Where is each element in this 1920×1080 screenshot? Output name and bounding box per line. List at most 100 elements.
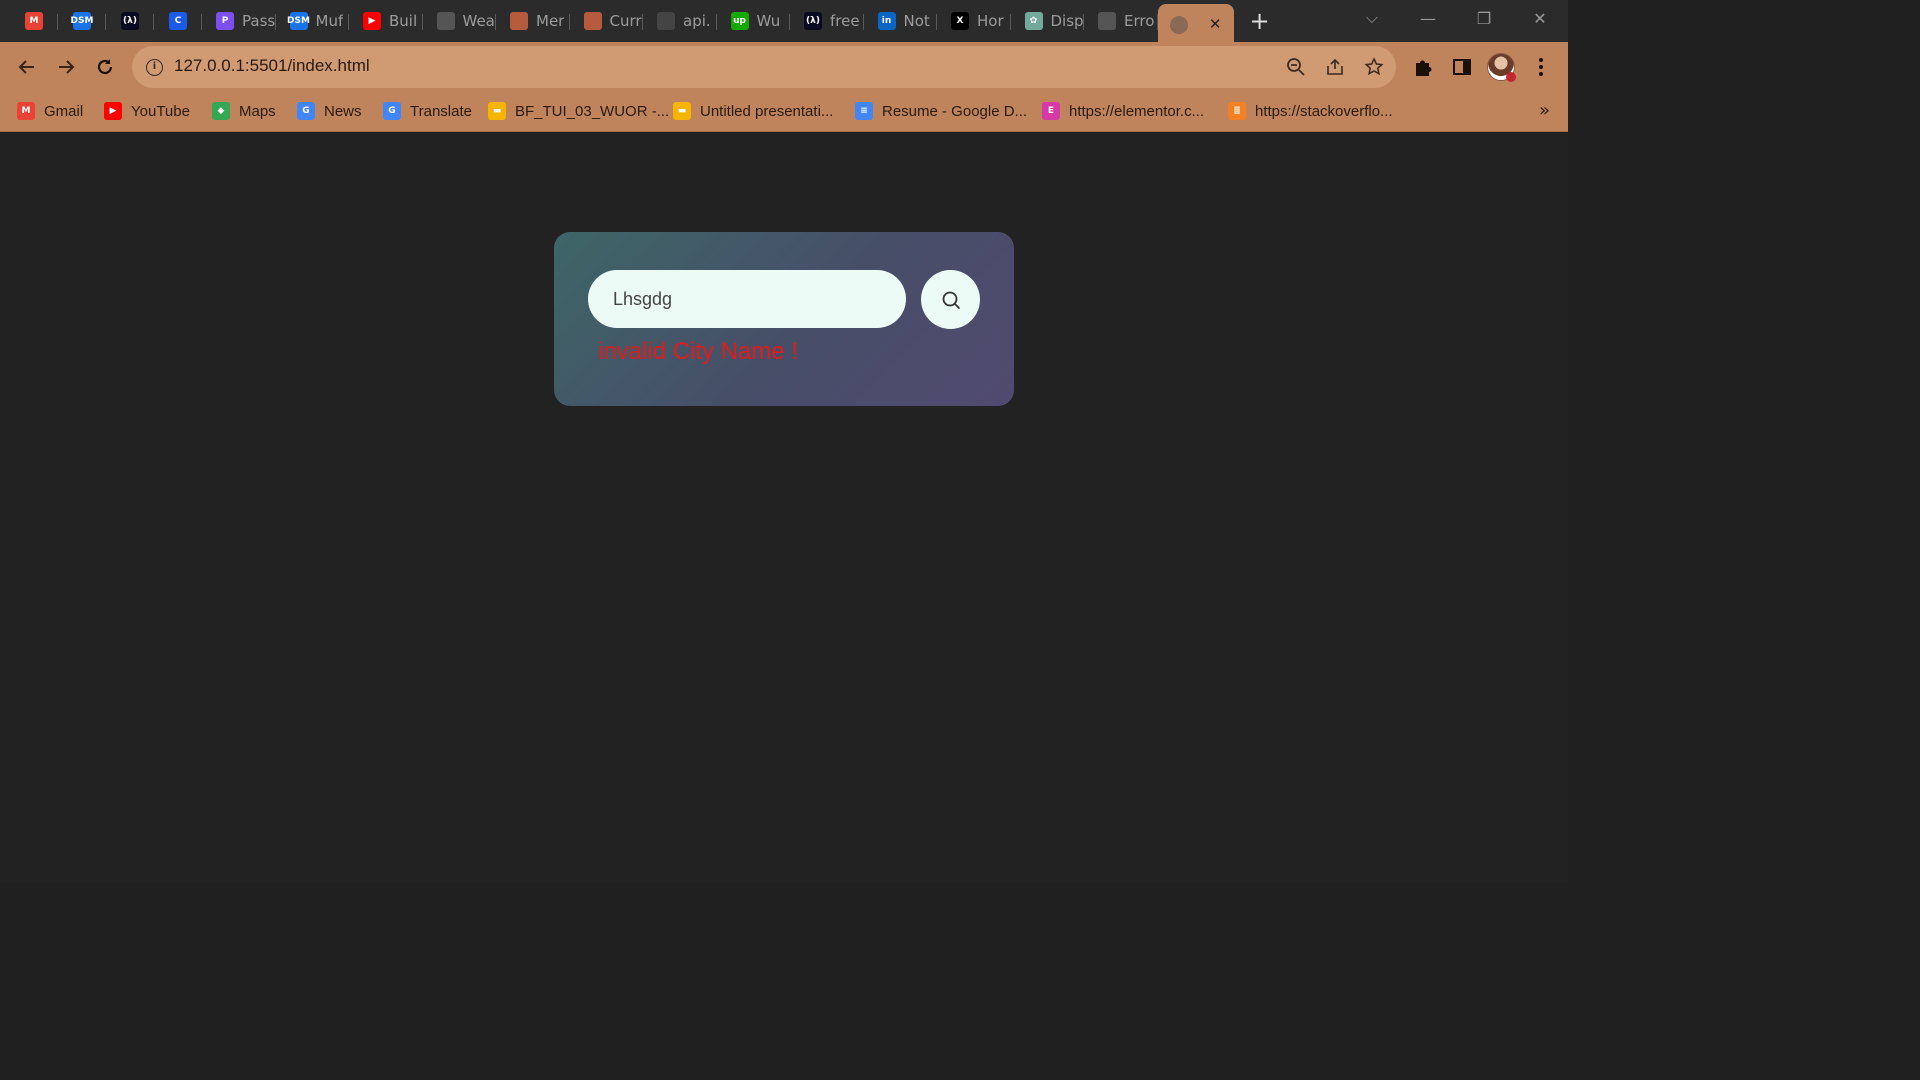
browser-toolbar: i 127.0.0.1:5501/index.html: [0, 42, 1568, 92]
bookmark-star-icon[interactable]: [1364, 57, 1384, 77]
city-search-input[interactable]: [588, 270, 906, 328]
browser-tab[interactable]: M: [10, 4, 58, 38]
bookmark-label: YouTube: [131, 102, 190, 120]
browser-tab[interactable]: X Hor: [937, 4, 1011, 38]
reload-button[interactable]: [91, 53, 119, 81]
maps-icon: ◆: [212, 102, 230, 120]
globe-icon: [1098, 12, 1116, 30]
youtube-icon: ▶: [104, 102, 122, 120]
bookmark-item[interactable]: ▬ Untitled presentati...: [673, 100, 833, 122]
restore-button[interactable]: ❐: [1456, 0, 1512, 36]
browser-tab[interactable]: DSM: [58, 4, 106, 38]
tab-title: Not: [903, 12, 930, 30]
browser-tab[interactable]: Curr: [570, 4, 644, 38]
active-tab[interactable]: ✕: [1157, 4, 1234, 46]
browser-tab[interactable]: up Wu: [717, 4, 791, 38]
side-panel-icon[interactable]: [1449, 54, 1475, 80]
linkedin-icon: in: [877, 12, 896, 30]
tab-list: M DSM (λ) C P Pass DSM Muf ▶ Buil Wea Mer Curr api. up…: [10, 0, 1278, 46]
tab-title: Curr: [609, 12, 642, 30]
tab-title: Wu: [756, 12, 781, 30]
c-app-icon: C: [169, 12, 187, 30]
extensions-puzzle-icon[interactable]: [1410, 54, 1436, 80]
gmail-icon: M: [25, 12, 43, 30]
bookmarks-bar: » M Gmail ▶ YouTube ◆ Maps G News G Translate ▬ BF_…: [0, 92, 1568, 132]
bookmark-label: Resume - Google D...: [882, 102, 1028, 120]
slides-icon: ▬: [673, 102, 691, 120]
dsm-icon: DSM: [71, 12, 93, 30]
search-button[interactable]: [921, 270, 980, 329]
close-tab-icon[interactable]: ✕: [1209, 15, 1222, 33]
tab-title: Buil: [389, 12, 418, 30]
browser-tab[interactable]: Wea: [423, 4, 497, 38]
browser-tab[interactable]: (λ): [106, 4, 154, 38]
chrome-red-icon: [583, 12, 602, 30]
forward-button[interactable]: [52, 53, 80, 81]
chrome-red-icon: [510, 12, 528, 30]
address-bar[interactable]: i 127.0.0.1:5501/index.html: [132, 46, 1396, 88]
browser-tab[interactable]: DSM Muf: [276, 4, 350, 38]
tab-title: api.: [683, 12, 711, 30]
search-icon: [942, 291, 960, 309]
new-tab-button[interactable]: +: [1242, 3, 1278, 39]
menu-kebab-icon[interactable]: [1528, 54, 1554, 80]
zoom-icon[interactable]: [1286, 57, 1306, 77]
browser-tab[interactable]: (λ) free: [790, 4, 864, 38]
tab-title: Wea: [462, 12, 495, 30]
bookmark-item[interactable]: Ehttps://elementor.c...: [1042, 100, 1204, 122]
slides-icon: ▬: [488, 102, 506, 120]
share-icon[interactable]: [1325, 57, 1345, 77]
bookmark-item[interactable]: ▬ BF_TUI_03_WUOR -...: [488, 100, 669, 122]
globe-icon: [436, 12, 455, 30]
bookmark-item[interactable]: ◆ Maps: [212, 100, 276, 122]
bookmark-label: Gmail: [44, 102, 84, 120]
tab-search-icon[interactable]: ⌵: [1344, 0, 1400, 36]
browser-tab[interactable]: Mer: [496, 4, 570, 38]
site-info-icon[interactable]: i: [146, 59, 163, 76]
stackoverflow-icon: ≣: [1228, 102, 1246, 120]
docs-icon: ≡: [855, 102, 873, 120]
bookmark-label: Maps: [239, 102, 276, 120]
browser-tab[interactable]: ✿ Disp: [1011, 4, 1085, 38]
tab-title: Disp: [1050, 12, 1084, 30]
error-message: invalid City Name !: [598, 338, 799, 365]
tab-title: Erro: [1124, 12, 1155, 30]
elementor-icon: E: [1042, 102, 1060, 120]
browser-tab[interactable]: Erro: [1084, 4, 1158, 38]
tab-title: Mer: [536, 12, 565, 30]
arrow-right-icon: [59, 60, 75, 74]
back-button[interactable]: [13, 53, 41, 81]
page-viewport: invalid City Name !: [0, 133, 1568, 882]
bookmark-label: News: [324, 102, 362, 120]
minimize-button[interactable]: —: [1400, 0, 1456, 36]
browser-tab-strip: M DSM (λ) C P Pass DSM Muf ▶ Buil Wea Mer Curr api. up…: [0, 0, 1568, 46]
close-window-button[interactable]: ✕: [1512, 0, 1568, 36]
browser-tab[interactable]: api.: [643, 4, 717, 38]
arrow-left-icon: [18, 60, 34, 74]
bookmark-label: BF_TUI_03_WUOR -...: [515, 102, 670, 120]
weather-card: invalid City Name !: [554, 232, 1014, 406]
browser-tab[interactable]: ▶ Buil: [349, 4, 423, 38]
bookmarks-overflow-button[interactable]: »: [1539, 100, 1550, 121]
browser-tab[interactable]: P Pass: [202, 4, 276, 38]
tab-title: Hor: [977, 12, 1004, 30]
window-controls: ⌵ — ❐ ✕: [1344, 0, 1568, 36]
bookmark-label: Translate: [410, 102, 472, 120]
bookmark-item[interactable]: ≣ https://stackoverflo...: [1228, 100, 1393, 122]
bookmark-label: https://stackoverflo...: [1255, 102, 1393, 120]
bookmark-item[interactable]: ≡ Resume - Google D...: [855, 100, 1027, 122]
browser-tab[interactable]: C: [154, 4, 202, 38]
gmail-icon: M: [17, 102, 35, 120]
upwork-icon: up: [730, 12, 749, 30]
globe-icon: [1169, 16, 1188, 34]
bookmark-item[interactable]: G Translate: [383, 100, 472, 122]
bookmark-label: Untitled presentati...: [700, 102, 834, 120]
bookmark-item[interactable]: ▶ YouTube: [104, 100, 190, 122]
profile-avatar[interactable]: [1487, 53, 1516, 82]
translate-icon: G: [383, 102, 401, 120]
url-text[interactable]: 127.0.0.1:5501/index.html: [174, 56, 370, 76]
browser-tab[interactable]: in Not: [864, 4, 938, 38]
bookmark-item[interactable]: M Gmail: [17, 100, 83, 122]
bookmark-item[interactable]: G News: [297, 100, 362, 122]
youtube-icon: ▶: [363, 12, 381, 30]
